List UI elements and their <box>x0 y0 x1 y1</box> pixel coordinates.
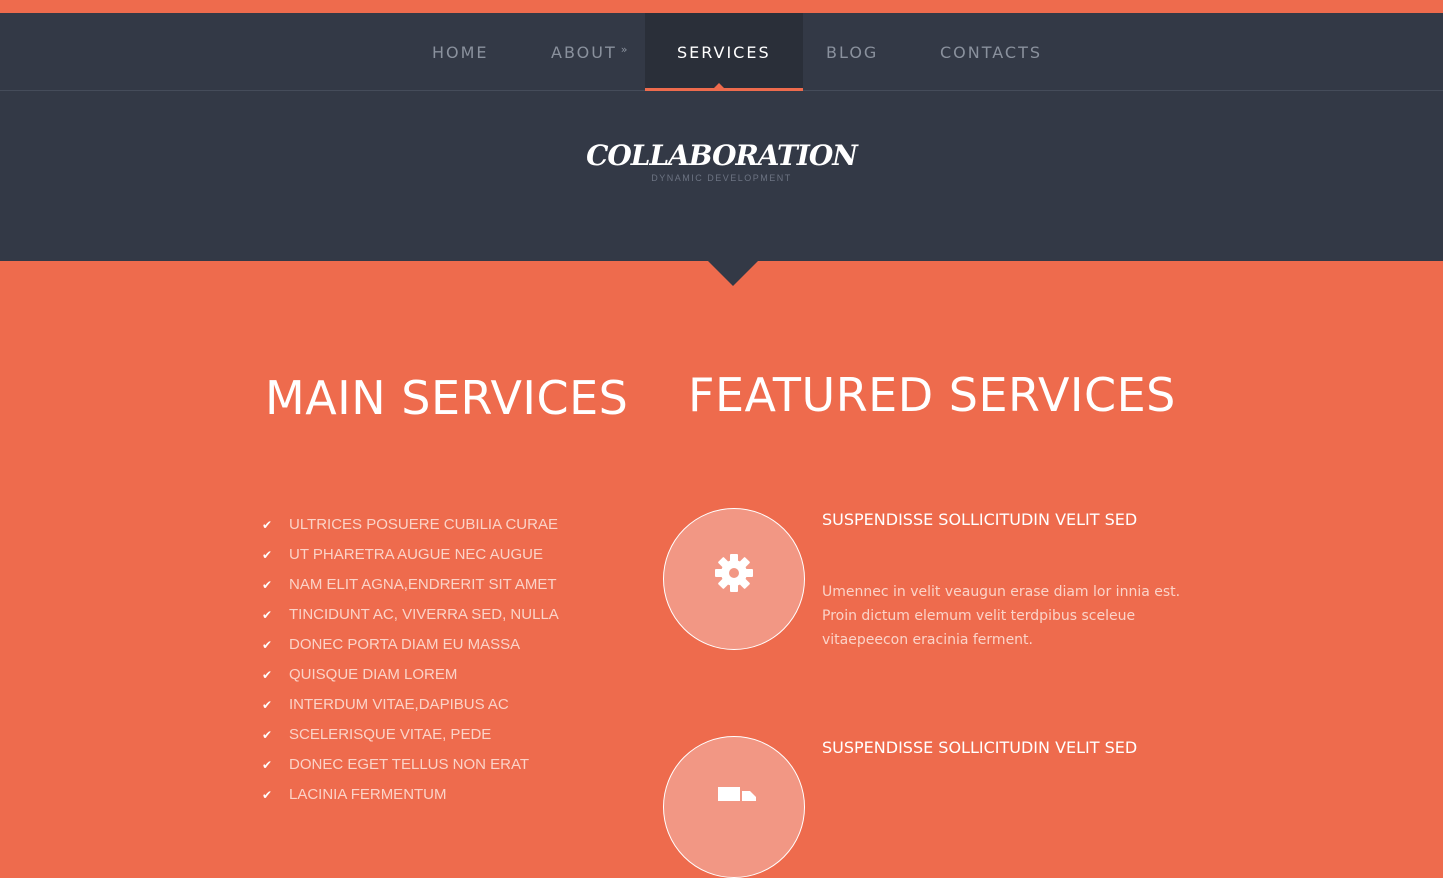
list-item-label: INTERDUM VITAE,DAPIBUS AC <box>289 696 509 713</box>
list-item: ✔ TINCIDUNT AC, VIVERRA SED, NULLA <box>262 603 559 633</box>
list-item: ✔ INTERDUM VITAE,DAPIBUS AC <box>262 693 559 723</box>
featured-icon-circle <box>663 736 805 878</box>
check-icon: ✔ <box>262 698 273 712</box>
gear-icon <box>715 554 753 592</box>
nav-about[interactable]: ABOUT» <box>551 13 627 90</box>
active-tab-pointer <box>713 83 725 89</box>
list-item: ✔ DONEC PORTA DIAM EU MASSA <box>262 633 559 663</box>
nav-blog[interactable]: BLOG <box>826 13 878 90</box>
featured-service-text: Umennec in velit veaugun erase diam lor … <box>822 584 1181 648</box>
nav-blog-label: BLOG <box>826 43 879 62</box>
list-item: ✔ DONEC EGET TELLUS NON ERAT <box>262 753 559 783</box>
nav-services-label: SERVICES <box>677 43 771 62</box>
check-icon: ✔ <box>262 638 273 652</box>
list-item: ✔ SCELERISQUE VITAE, PEDE <box>262 723 559 753</box>
featured-services-heading: FEATURED SERVICES <box>688 368 1176 422</box>
check-icon: ✔ <box>262 728 273 742</box>
list-item-label: ULTRICES POSUERE CUBILIA CURAE <box>289 516 558 533</box>
featured-service-title[interactable]: SUSPENDISSE SOLLICITUDIN VELIT SED <box>822 510 1137 529</box>
nav-services[interactable]: SERVICES <box>645 13 803 93</box>
list-item: ✔ LACINIA FERMENTUM <box>262 783 559 813</box>
nav-contacts[interactable]: CONTACTS <box>940 13 1042 90</box>
list-item-label: TINCIDUNT AC, VIVERRA SED, NULLA <box>289 606 559 623</box>
check-icon: ✔ <box>262 548 273 562</box>
featured-service-title[interactable]: SUSPENDISSE SOLLICITUDIN VELIT SED <box>822 738 1137 757</box>
list-item-label: DONEC PORTA DIAM EU MASSA <box>289 636 521 653</box>
nav-about-label: ABOUT <box>551 43 617 62</box>
main-services-heading: MAIN SERVICES <box>265 371 629 425</box>
top-accent-strip <box>0 0 1443 13</box>
check-icon: ✔ <box>262 758 273 772</box>
list-item-label: DONEC EGET TELLUS NON ERAT <box>289 756 530 773</box>
check-icon: ✔ <box>262 608 273 622</box>
truck-icon <box>718 787 756 801</box>
list-item: ✔ QUISQUE DIAM LOREM <box>262 663 559 693</box>
nav-contacts-label: CONTACTS <box>940 43 1043 62</box>
featured-icon-circle <box>663 508 805 650</box>
check-icon: ✔ <box>262 578 273 592</box>
nav-home[interactable]: HOME <box>432 13 489 90</box>
chevron-right-icon: » <box>620 43 628 56</box>
hero-banner: COLLABORATION DYNAMIC DEVELOPMENT <box>0 91 1443 261</box>
check-icon: ✔ <box>262 788 273 802</box>
site-tagline: DYNAMIC DEVELOPMENT <box>651 173 792 183</box>
site-logo[interactable]: COLLABORATION <box>0 139 1443 172</box>
list-item-label: SCELERISQUE VITAE, PEDE <box>289 726 492 743</box>
list-item-label: NAM ELIT AGNA,ENDRERIT SIT AMET <box>289 576 557 593</box>
list-item: ✔ UT PHARETRA AUGUE NEC AUGUE <box>262 543 559 573</box>
list-item: ✔ NAM ELIT AGNA,ENDRERIT SIT AMET <box>262 573 559 603</box>
list-item-label: UT PHARETRA AUGUE NEC AUGUE <box>289 546 543 563</box>
nav-home-label: HOME <box>432 43 489 62</box>
hero-pointer <box>708 261 758 286</box>
check-icon: ✔ <box>262 518 273 532</box>
main-services-list: ✔ ULTRICES POSUERE CUBILIA CURAE ✔ UT PHARE… <box>262 513 559 813</box>
list-item: ✔ ULTRICES POSUERE CUBILIA CURAE <box>262 513 559 543</box>
check-icon: ✔ <box>262 668 273 682</box>
list-item-label: QUISQUE DIAM LOREM <box>289 666 458 683</box>
main-nav: HOME ABOUT» SERVICES BLOG CONTACTS <box>0 13 1443 93</box>
